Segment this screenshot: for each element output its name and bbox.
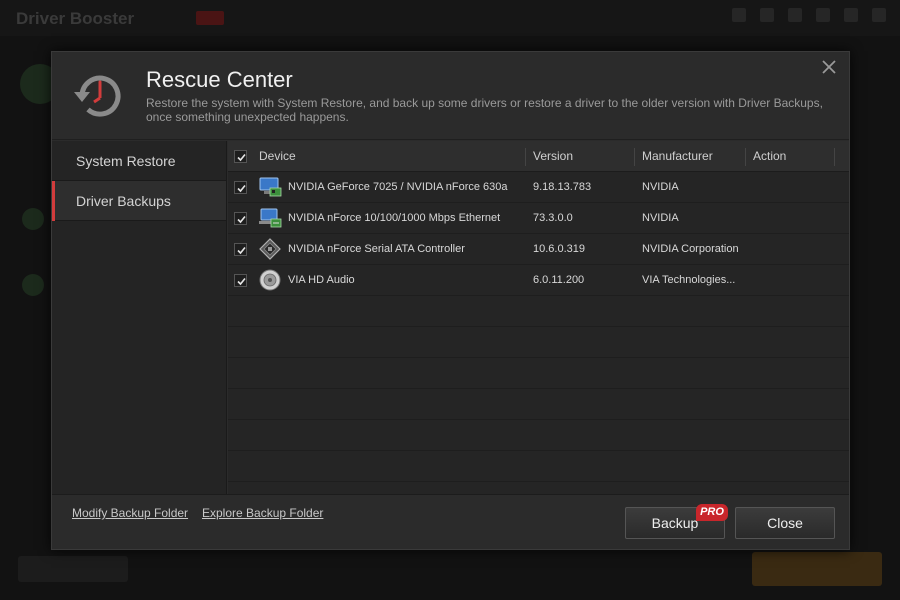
manufacturer: NVIDIA Corporation	[642, 243, 739, 255]
background-nav-dot	[22, 208, 44, 230]
row-checkbox[interactable]	[234, 212, 247, 225]
empty-row	[228, 296, 849, 327]
column-header-version[interactable]: Version	[533, 141, 573, 172]
column-header-action[interactable]: Action	[753, 141, 786, 172]
checkmark-icon	[237, 153, 246, 162]
history-restore-icon	[74, 75, 121, 117]
manufacturer: NVIDIA	[642, 212, 679, 224]
row-action[interactable]	[753, 265, 833, 295]
empty-row	[228, 327, 849, 358]
column-header-manufacturer[interactable]: Manufacturer	[642, 141, 713, 172]
row-action[interactable]	[753, 234, 833, 264]
dialog-header: Rescue Center Restore the system with Sy…	[52, 52, 849, 140]
row-checkbox[interactable]	[234, 243, 247, 256]
storage-controller-icon	[259, 238, 281, 260]
checkmark-icon	[237, 215, 246, 224]
select-all-checkbox[interactable]	[234, 150, 247, 163]
device-name: NVIDIA nForce Serial ATA Controller	[288, 243, 465, 255]
row-action[interactable]	[753, 172, 833, 202]
dialog-description: Restore the system with System Restore, …	[146, 96, 823, 124]
display-adapter-icon	[259, 177, 282, 197]
dialog-footer: Modify Backup Folder Explore Backup Fold…	[52, 494, 849, 549]
table-row[interactable]: VIA HD Audio 6.0.11.200 VIA Technologies…	[228, 265, 849, 296]
modify-backup-folder-link[interactable]: Modify Backup Folder	[72, 506, 188, 520]
driver-version: 6.0.11.200	[533, 274, 585, 286]
background-titlebar: Driver Booster	[0, 0, 900, 36]
empty-row	[228, 358, 849, 389]
table-row[interactable]: NVIDIA nForce 10/100/1000 Mbps Ethernet …	[228, 203, 849, 234]
row-checkbox[interactable]	[234, 181, 247, 194]
sidebar-item-label: Driver Backups	[76, 193, 171, 209]
column-separator	[745, 148, 746, 166]
background-nav-dot	[22, 274, 44, 296]
device-name: VIA HD Audio	[288, 274, 355, 286]
empty-row	[228, 420, 849, 451]
table-body: NVIDIA GeForce 7025 / NVIDIA nForce 630a…	[228, 172, 849, 482]
network-adapter-icon	[259, 208, 282, 228]
column-header-device[interactable]: Device	[259, 141, 296, 172]
checkmark-icon	[237, 246, 246, 255]
close-button[interactable]: Close	[735, 507, 835, 539]
checkmark-icon	[237, 277, 246, 286]
explore-backup-folder-link[interactable]: Explore Backup Folder	[202, 506, 323, 520]
driver-version: 10.6.0.319	[533, 243, 585, 255]
close-icon[interactable]	[821, 59, 837, 75]
sidebar: System Restore Driver Backups	[52, 141, 227, 494]
manufacturer: NVIDIA	[642, 181, 679, 193]
device-name: NVIDIA nForce 10/100/1000 Mbps Ethernet	[288, 212, 501, 224]
table-header: Device Version Manufacturer Action	[228, 141, 849, 172]
rescue-center-dialog: Rescue Center Restore the system with Sy…	[51, 51, 850, 550]
background-action-button	[752, 552, 882, 586]
empty-row	[228, 451, 849, 482]
row-checkbox[interactable]	[234, 274, 247, 287]
backup-button-label: Backup	[651, 515, 699, 531]
table-row[interactable]: NVIDIA nForce Serial ATA Controller 10.6…	[228, 234, 849, 265]
empty-row	[228, 389, 849, 420]
sidebar-item-label: System Restore	[76, 153, 176, 169]
backup-button[interactable]: Backup PRO	[625, 504, 728, 539]
driver-version: 73.3.0.0	[533, 212, 573, 224]
background-window-buttons	[732, 8, 886, 22]
column-separator	[525, 148, 526, 166]
sidebar-item-system-restore[interactable]: System Restore	[52, 141, 226, 181]
audio-speaker-icon	[259, 269, 281, 291]
background-badge	[196, 11, 224, 25]
table-row[interactable]: NVIDIA GeForce 7025 / NVIDIA nForce 630a…	[228, 172, 849, 203]
background-app-title: Driver Booster	[16, 9, 135, 28]
pro-badge: PRO	[696, 504, 728, 521]
column-separator	[834, 148, 835, 166]
checkmark-icon	[237, 184, 246, 193]
column-separator	[634, 148, 635, 166]
device-name: NVIDIA GeForce 7025 / NVIDIA nForce 630a	[288, 181, 508, 193]
manufacturer: VIA Technologies...	[642, 274, 736, 286]
driver-backup-table: Device Version Manufacturer Action NVIDI…	[228, 141, 849, 494]
dialog-title: Rescue Center	[146, 67, 293, 92]
background-bottom-left-control	[18, 556, 128, 582]
sidebar-item-driver-backups[interactable]: Driver Backups	[52, 181, 226, 221]
row-action[interactable]	[753, 203, 833, 233]
driver-version: 9.18.13.783	[533, 181, 592, 193]
